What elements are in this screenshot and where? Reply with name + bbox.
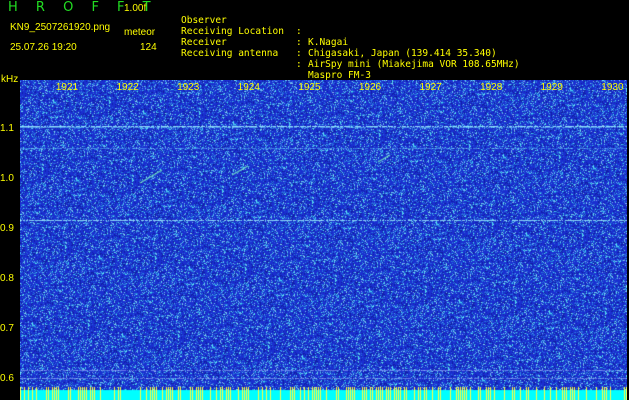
time-label: 1927 (419, 82, 442, 93)
time-label: 1930 (601, 82, 624, 93)
y-tick-label: 0.7 (0, 323, 14, 334)
datetime-label: 25.07.26 19:20 (10, 42, 77, 53)
y-unit-label: kHz (1, 74, 19, 85)
time-label: 1921 (55, 82, 79, 93)
time-label: 1922 (116, 82, 139, 93)
time-axis: 1921 1922 1923 1924 1925 1926 1927 1928 1929 1930 (20, 80, 627, 94)
y-tick-label: 0.9 (0, 223, 14, 234)
info-label: Receiving Location (181, 26, 284, 37)
y-tick-label: 0.8 (0, 273, 14, 284)
time-label: 1925 (298, 82, 321, 93)
mode-label: meteor (124, 27, 156, 38)
spectrogram-canvas (20, 80, 627, 400)
y-tick-label: 1.0 (0, 173, 14, 184)
time-label: 1923 (177, 82, 200, 93)
info-label: Receiving antenna (181, 48, 279, 59)
version-label: 1.00f (124, 3, 147, 14)
count-label: 124 (140, 42, 157, 53)
info-antenna: Receiving antenna : Maspro FM-3 (181, 37, 371, 81)
info-sep: : (296, 59, 302, 70)
info-value: Chigasaki, Japan (139.414 35.340) (308, 48, 497, 59)
filename-label: KN9_2507261920.png (10, 22, 111, 33)
info-sep: : (296, 26, 302, 37)
time-label: 1929 (540, 82, 563, 93)
info-sep: : (296, 37, 302, 48)
info-sep: : (296, 48, 302, 59)
time-label: 1926 (358, 82, 382, 93)
time-label: 1928 (480, 82, 503, 93)
y-tick-label: 0.6 (0, 373, 14, 384)
spectrogram-panel: 1921 1922 1923 1924 1925 1926 1927 1928 1929 1930 (20, 80, 627, 400)
time-label: 1924 (237, 82, 260, 93)
info-value: AirSpy mini (Miakejima VOR 108.65MHz) (308, 59, 520, 70)
info-value: K.Nagai (308, 37, 349, 48)
y-tick-label: 1.1 (0, 123, 14, 134)
